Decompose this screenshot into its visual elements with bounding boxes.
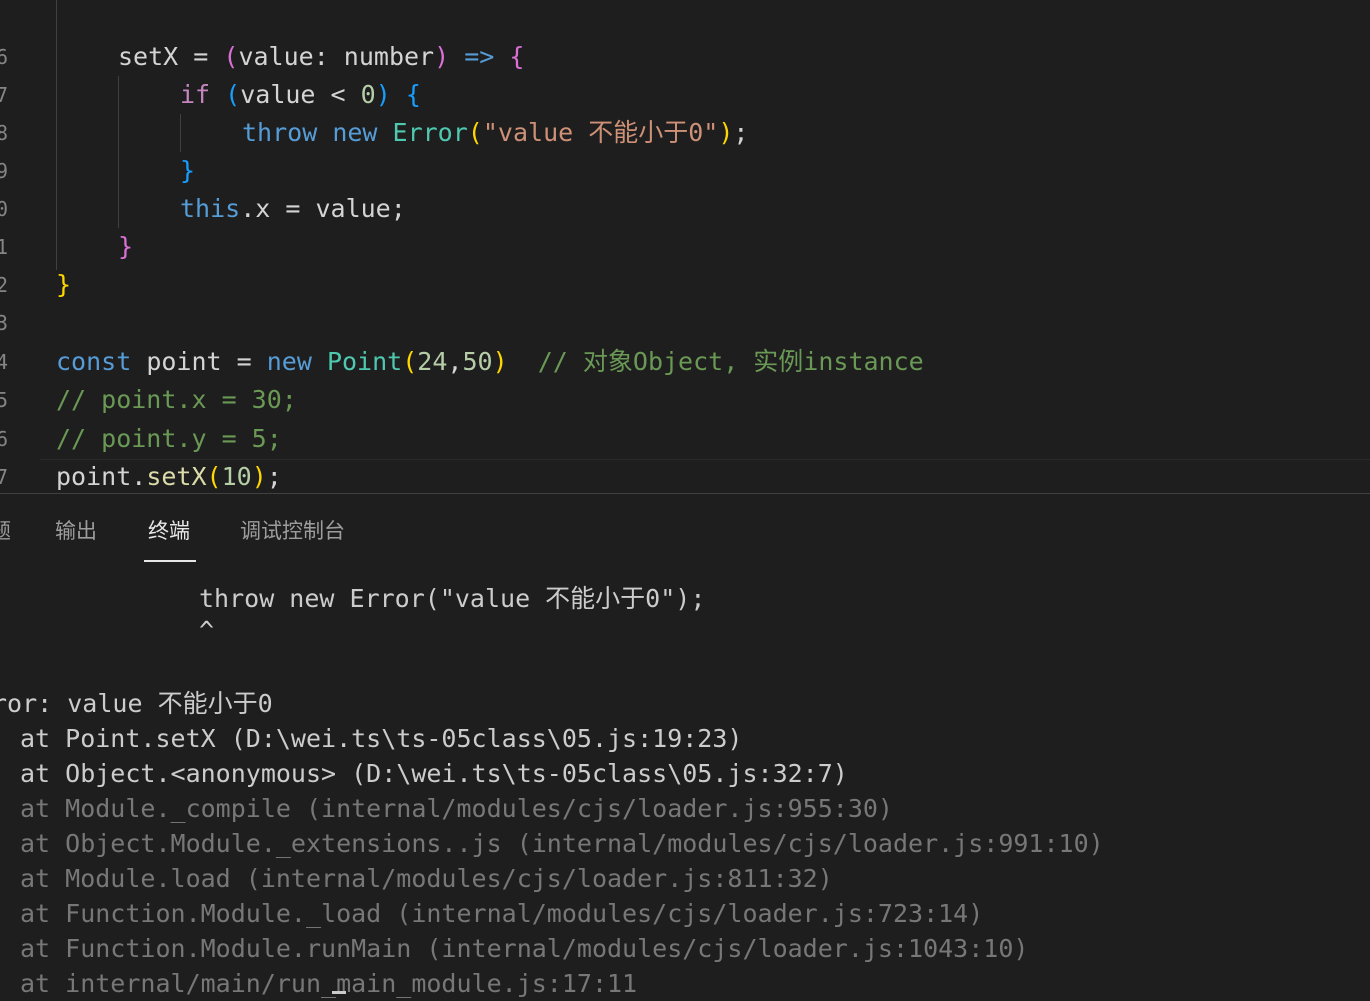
terminal-line: at internal/main/run_main_module.js:17:1… bbox=[20, 969, 638, 998]
code-line: } bbox=[180, 152, 195, 190]
terminal-output[interactable]: throw new Error("value 不能小于0"); ^ ror: v… bbox=[0, 564, 1370, 1001]
line-number: 8 bbox=[0, 124, 8, 142]
code-token: point. bbox=[56, 462, 147, 491]
code-line: } bbox=[118, 228, 133, 266]
code-token: number bbox=[343, 42, 435, 71]
code-token: ( bbox=[206, 462, 222, 491]
active-tab-indicator bbox=[144, 560, 196, 562]
code-token: ) bbox=[251, 462, 267, 491]
line-number: 4 bbox=[0, 353, 8, 371]
code-token: ( bbox=[467, 118, 483, 147]
code-token: Point bbox=[326, 347, 403, 376]
code-token: 24 bbox=[417, 347, 448, 376]
terminal-line: at Point.setX (D:\wei.ts\ts-05class\05.j… bbox=[20, 724, 743, 753]
terminal-line: at Function.Module.runMain (internal/mod… bbox=[20, 934, 1029, 963]
tab-debug-console[interactable]: 调试控制台 bbox=[240, 516, 345, 546]
terminal-line: at Object.<anonymous> (D:\wei.ts\ts-05cl… bbox=[20, 759, 848, 788]
code-token: this bbox=[180, 194, 241, 223]
code-token: const bbox=[56, 347, 147, 376]
panel-tabs: 题 输出 终端 调试控制台 bbox=[0, 494, 1370, 564]
code-token: 50 bbox=[462, 347, 493, 376]
tab-output[interactable]: 输出 bbox=[55, 516, 97, 546]
code-token: if bbox=[180, 80, 226, 109]
code-line: const point = new Point(24,50) // 对象Obje… bbox=[56, 343, 924, 381]
tab-terminal[interactable]: 终端 bbox=[148, 516, 190, 546]
code-token: new bbox=[332, 118, 393, 147]
code-token: // 对象Object, 实例instance bbox=[537, 347, 924, 376]
indent-guide bbox=[56, 0, 57, 270]
code-line: throw new Error("value 不能小于0"); bbox=[242, 114, 748, 152]
indent-guide bbox=[180, 114, 181, 152]
tab-problems[interactable]: 题 bbox=[0, 516, 11, 546]
terminal-line: at Function.Module._load (internal/modul… bbox=[20, 899, 984, 928]
code-token: throw bbox=[242, 118, 333, 147]
code-token: ) bbox=[375, 80, 391, 109]
code-token: ) bbox=[434, 42, 450, 71]
code-token: ) bbox=[492, 347, 508, 376]
code-token: // point.x = 30; bbox=[56, 385, 297, 414]
line-number: 1 bbox=[0, 238, 8, 256]
code-line: setX = (value: number) => { bbox=[118, 38, 524, 76]
code-token: ; bbox=[266, 462, 282, 491]
code-line: if (value < 0) { bbox=[180, 76, 421, 114]
terminal-line: at Module.load (internal/modules/cjs/loa… bbox=[20, 864, 833, 893]
code-editor[interactable]: 678901234567 setX = (value: number) => {… bbox=[0, 0, 1370, 494]
code-token: => bbox=[464, 42, 495, 71]
code-line: // point.y = 5; bbox=[56, 420, 282, 458]
code-token: point bbox=[146, 347, 237, 376]
code-line: } bbox=[56, 266, 71, 304]
code-token: = bbox=[236, 347, 267, 376]
terminal-line: at Object.Module._extensions..js (intern… bbox=[20, 829, 1104, 858]
code-line: point.setX(10); bbox=[56, 458, 282, 494]
line-number: 7 bbox=[0, 468, 8, 486]
code-token: } bbox=[56, 270, 72, 299]
line-number: 6 bbox=[0, 430, 8, 448]
code-token: value bbox=[240, 80, 331, 109]
code-token: ; bbox=[733, 118, 749, 147]
code-token: { bbox=[509, 42, 525, 71]
code-token: // point.y = 5; bbox=[56, 424, 282, 453]
terminal-line: ror: value 不能小于0 bbox=[0, 689, 273, 718]
code-token: = bbox=[193, 42, 224, 71]
code-token: { bbox=[405, 80, 421, 109]
line-number: 6 bbox=[0, 48, 8, 66]
line-number: 2 bbox=[0, 276, 8, 294]
code-token: value: bbox=[238, 42, 344, 71]
terminal-line: at Module._compile (internal/modules/cjs… bbox=[20, 794, 893, 823]
line-number: 5 bbox=[0, 391, 8, 409]
code-token: ( bbox=[223, 42, 239, 71]
code-token: , bbox=[447, 347, 463, 376]
line-number: 0 bbox=[0, 200, 8, 218]
indent-guide bbox=[118, 76, 119, 228]
code-token: setX bbox=[118, 42, 194, 71]
terminal-cursor bbox=[332, 991, 346, 994]
line-number: 3 bbox=[0, 314, 8, 332]
code-token: setX bbox=[146, 462, 207, 491]
code-token: 0 bbox=[360, 80, 376, 109]
code-line: // point.x = 30; bbox=[56, 381, 297, 419]
code-token: Error bbox=[392, 118, 468, 147]
code-token: .x = value; bbox=[240, 194, 406, 223]
code-token: < bbox=[330, 80, 361, 109]
code-token: new bbox=[266, 347, 327, 376]
code-token: ) bbox=[718, 118, 734, 147]
code-token: 10 bbox=[221, 462, 252, 491]
code-line: this.x = value; bbox=[180, 190, 406, 228]
code-token: "value 不能小于0" bbox=[482, 118, 719, 147]
code-token: } bbox=[180, 156, 196, 185]
code-token: ( bbox=[225, 80, 241, 109]
bottom-panel: 题 输出 终端 调试控制台 throw new Error("value 不能小… bbox=[0, 494, 1370, 1001]
line-number bbox=[0, 12, 8, 30]
code-token: } bbox=[118, 232, 134, 261]
line-number: 7 bbox=[0, 86, 8, 104]
terminal-line: ^ bbox=[199, 616, 215, 645]
line-number: 9 bbox=[0, 162, 8, 180]
terminal-line: throw new Error("value 不能小于0"); bbox=[199, 584, 706, 613]
code-token: ( bbox=[402, 347, 418, 376]
